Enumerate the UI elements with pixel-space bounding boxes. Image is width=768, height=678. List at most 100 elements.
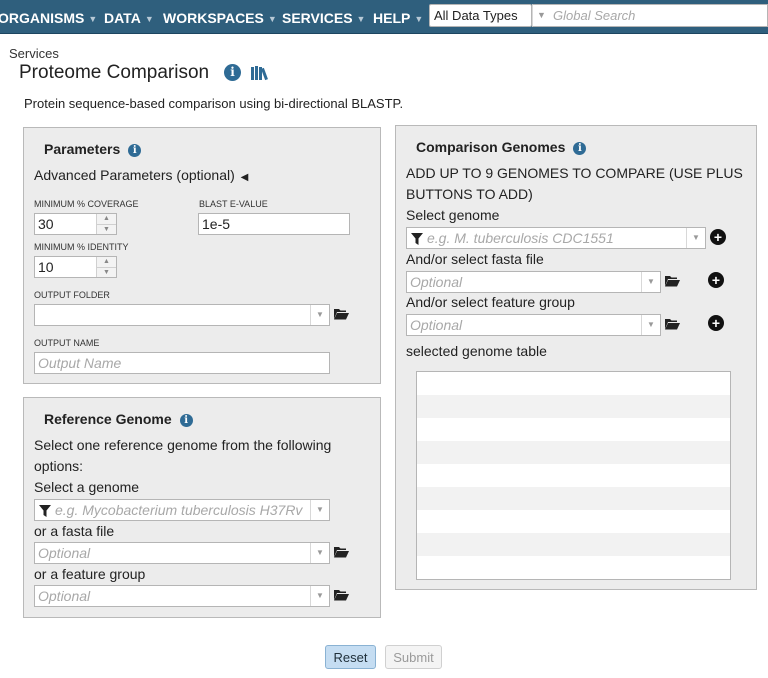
reference-instructions: Select one reference genome from the fol… xyxy=(34,437,332,474)
min-identity-stepper[interactable]: 10 ▲ ▼ xyxy=(34,256,117,278)
parameters-title-text: Parameters xyxy=(44,141,121,157)
table-row[interactable] xyxy=(417,487,730,510)
nav-services[interactable]: SERVICES ▼ xyxy=(282,10,365,26)
data-type-select[interactable]: All Data Types xyxy=(429,4,532,27)
chevron-down-icon[interactable]: ▼ xyxy=(641,272,660,292)
comparison-fasta-select[interactable]: Optional ▼ xyxy=(406,271,661,293)
folder-open-icon[interactable] xyxy=(665,317,680,335)
min-identity-label: MINIMUM % IDENTITY xyxy=(34,242,129,252)
folder-open-icon[interactable] xyxy=(334,307,349,325)
plus-circle-icon[interactable]: + xyxy=(708,272,724,288)
chevron-down-icon[interactable]: ▼ xyxy=(97,267,116,277)
plus-circle-icon[interactable]: + xyxy=(708,315,724,331)
page-title: Proteome Comparison xyxy=(19,62,210,83)
filter-icon xyxy=(39,504,51,520)
reference-genome-title: Reference Genome i xyxy=(44,411,193,427)
nav-help-label: HELP xyxy=(373,10,411,26)
reference-genome-placeholder: e.g. Mycobacterium tuberculosis H37Rv xyxy=(55,502,303,518)
chevron-down-icon[interactable]: ▼ xyxy=(97,224,116,234)
selected-genome-table-label: selected genome table xyxy=(406,343,547,359)
chevron-down-icon[interactable]: ▼ xyxy=(310,586,329,606)
chevron-up-icon[interactable]: ▲ xyxy=(97,214,116,224)
chevron-down-icon: ▼ xyxy=(414,14,424,24)
stepper-arrows[interactable]: ▲ ▼ xyxy=(96,214,116,234)
chevron-down-icon[interactable]: ▼ xyxy=(310,500,329,520)
reference-feature-group-select[interactable]: Optional ▼ xyxy=(34,585,330,607)
comparison-genome-placeholder: e.g. M. tuberculosis CDC1551 xyxy=(427,230,614,246)
info-icon[interactable]: i xyxy=(179,414,193,427)
folder-open-icon[interactable] xyxy=(334,545,349,563)
reference-feature-group-label: or a feature group xyxy=(34,566,146,582)
nav-workspaces-label: WORKSPACES xyxy=(163,10,264,26)
caret-left-icon: ◀ xyxy=(240,172,249,183)
global-search-placeholder: Global Search xyxy=(553,8,636,23)
chevron-up-icon[interactable]: ▲ xyxy=(97,257,116,267)
library-icon[interactable] xyxy=(250,64,272,87)
min-coverage-label: MINIMUM % COVERAGE xyxy=(34,199,139,209)
data-type-value: All Data Types xyxy=(434,8,518,23)
nav-workspaces[interactable]: WORKSPACES ▼ xyxy=(163,10,277,26)
global-search-input[interactable]: ▼ Global Search xyxy=(532,4,768,27)
output-name-label: OUTPUT NAME xyxy=(34,338,100,348)
advanced-parameters-label: Advanced Parameters (optional) xyxy=(34,167,235,183)
table-row[interactable] xyxy=(417,441,730,464)
parameters-panel: Parameters i Advanced Parameters (optiona… xyxy=(23,127,381,384)
info-icon[interactable]: i xyxy=(128,144,142,157)
min-coverage-value: 30 xyxy=(38,216,54,232)
comparison-fasta-label: And/or select fasta file xyxy=(406,251,544,267)
info-icon[interactable]: i xyxy=(224,64,241,81)
comparison-genomes-title-text: Comparison Genomes xyxy=(416,139,566,155)
folder-open-icon[interactable] xyxy=(334,588,349,606)
selected-genome-table[interactable] xyxy=(416,371,731,580)
page-description: Protein sequence-based comparison using … xyxy=(24,96,404,111)
folder-open-icon[interactable] xyxy=(665,274,680,292)
table-row[interactable] xyxy=(417,395,730,418)
chevron-down-icon: ▼ xyxy=(144,14,154,24)
blast-evalue-input[interactable]: 1e-5 xyxy=(198,213,350,235)
nav-data[interactable]: DATA ▼ xyxy=(104,10,154,26)
reference-feature-group-placeholder: Optional xyxy=(38,588,91,604)
nav-data-label: DATA xyxy=(104,10,141,26)
reference-select-genome-label: Select a genome xyxy=(34,479,140,495)
breadcrumb[interactable]: Services xyxy=(9,46,59,61)
chevron-down-icon[interactable]: ▼ xyxy=(686,228,705,248)
output-name-input[interactable]: Output Name xyxy=(34,352,330,374)
min-identity-value: 10 xyxy=(38,259,54,275)
advanced-parameters-toggle[interactable]: Advanced Parameters (optional) ◀ xyxy=(34,167,248,183)
plus-circle-icon[interactable]: + xyxy=(710,229,726,245)
reference-genome-select[interactable]: e.g. Mycobacterium tuberculosis H37Rv ▼ xyxy=(34,499,330,521)
comparison-feature-group-placeholder: Optional xyxy=(410,317,463,333)
min-coverage-stepper[interactable]: 30 ▲ ▼ xyxy=(34,213,117,235)
stepper-arrows[interactable]: ▲ ▼ xyxy=(96,257,116,277)
chevron-down-icon: ▼ xyxy=(356,14,366,24)
nav-help[interactable]: HELP ▼ xyxy=(373,10,423,26)
output-folder-select[interactable]: ▼ xyxy=(34,304,330,326)
chevron-down-icon[interactable]: ▼ xyxy=(537,10,546,20)
comparison-feature-group-label: And/or select feature group xyxy=(406,294,575,310)
chevron-down-icon: ▼ xyxy=(267,14,277,24)
reference-fasta-select[interactable]: Optional ▼ xyxy=(34,542,330,564)
info-icon[interactable]: i xyxy=(573,142,587,155)
submit-button[interactable]: Submit xyxy=(385,645,442,669)
comparison-genome-select[interactable]: e.g. M. tuberculosis CDC1551 ▼ xyxy=(406,227,706,249)
chevron-down-icon[interactable]: ▼ xyxy=(310,543,329,563)
table-row[interactable] xyxy=(417,418,730,441)
filter-icon xyxy=(411,232,423,248)
table-row[interactable] xyxy=(417,510,730,533)
chevron-down-icon[interactable]: ▼ xyxy=(641,315,660,335)
comparison-instructions: ADD UP TO 9 GENOMES TO COMPARE (USE PLUS… xyxy=(406,165,743,202)
top-nav: ORGANISMS ▼ DATA ▼ WORKSPACES ▼ SERVICES ▼ H… xyxy=(0,0,768,34)
reset-button[interactable]: Reset xyxy=(325,645,376,669)
nav-organisms-label: ORGANISMS xyxy=(0,10,85,26)
table-row[interactable] xyxy=(417,464,730,487)
nav-services-label: SERVICES xyxy=(282,10,353,26)
table-row[interactable] xyxy=(417,533,730,556)
reference-fasta-label: or a fasta file xyxy=(34,523,115,539)
reference-genome-panel: Reference Genome i Select one reference g… xyxy=(23,397,381,618)
chevron-down-icon[interactable]: ▼ xyxy=(310,305,329,325)
nav-organisms[interactable]: ORGANISMS ▼ xyxy=(0,10,97,26)
comparison-feature-group-select[interactable]: Optional ▼ xyxy=(406,314,661,336)
chevron-down-icon: ▼ xyxy=(88,14,98,24)
table-row[interactable] xyxy=(417,556,730,579)
table-row[interactable] xyxy=(417,372,730,395)
